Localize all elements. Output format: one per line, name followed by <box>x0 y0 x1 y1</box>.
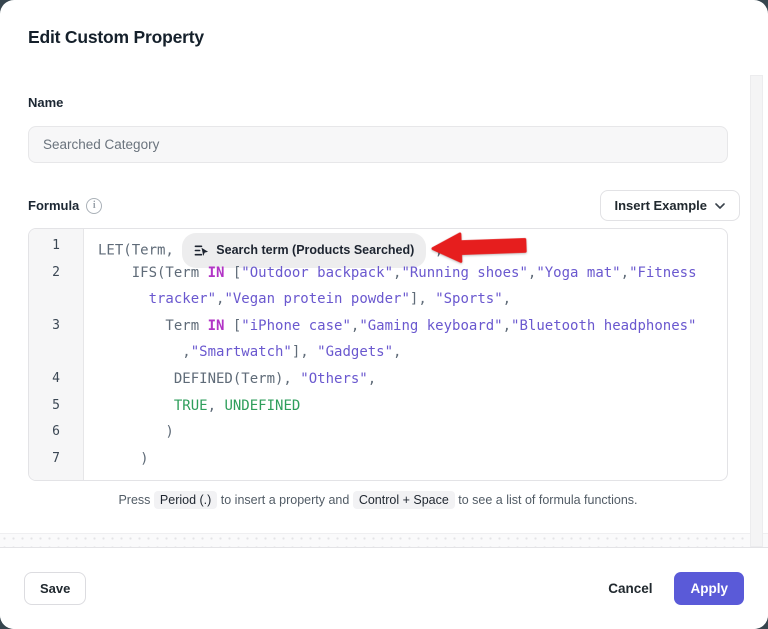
hint-after: to see a list of formula functions. <box>455 493 638 507</box>
code-segment: IN <box>208 265 225 281</box>
code-row: TRUE, UNDEFINED <box>98 393 727 420</box>
hint-between: to insert a property and <box>217 493 353 507</box>
code-segment: "Outdoor backpack" <box>241 265 393 281</box>
code-segment: ], <box>410 291 435 307</box>
save-button[interactable]: Save <box>24 572 86 605</box>
chevron-down-icon <box>715 203 725 209</box>
page-title: Edit Custom Property <box>28 27 740 48</box>
code-segment: "Others" <box>300 371 367 387</box>
code-row: LET(Term, Search term (Products Searched… <box>98 233 727 260</box>
code-segment: , <box>98 344 191 360</box>
code-segment: Term <box>98 318 208 334</box>
insert-example-label: Insert Example <box>615 198 708 213</box>
code-segment: "Gadgets" <box>317 344 393 360</box>
code-segment: , <box>426 242 443 258</box>
code-segment: "Sports" <box>435 291 502 307</box>
code-segment: , <box>393 344 401 360</box>
code-row: DEFINED(Term), "Others", <box>98 366 727 393</box>
code-segment: "Fitness <box>629 265 696 281</box>
formula-code: LET(Term, Search term (Products Searched… <box>84 229 727 480</box>
code-segment: "Gaming keyboard" <box>359 318 502 334</box>
code-row: ) <box>98 419 727 446</box>
line-number: 5 <box>29 393 83 420</box>
code-row: IFS(Term IN ["Outdoor backpack", "Running… <box>98 260 727 287</box>
code-segment: LET(Term, <box>98 242 182 258</box>
code-row: Term IN ["iPhone case","Gaming keyboard"… <box>98 313 727 340</box>
code-segment: "Running shoes" <box>401 265 527 281</box>
line-number <box>29 286 83 313</box>
edit-custom-property-dialog: Edit Custom Property Name Formula i Inse… <box>0 0 768 629</box>
line-number: 3 <box>29 313 83 340</box>
code-segment: IN <box>208 318 225 334</box>
formula-label: Formula <box>28 198 79 213</box>
code-segment: [ <box>224 265 241 281</box>
code-row: ,"Smartwatch"], "Gadgets", <box>98 339 727 366</box>
line-number-gutter: 12 3 4567 <box>29 229 84 480</box>
formula-editor[interactable]: 12 3 4567 LET(Term, Search term (Products … <box>28 228 728 481</box>
code-segment: IFS(Term <box>98 265 208 281</box>
apply-button[interactable]: Apply <box>674 572 744 605</box>
code-row: tracker", "Vegan protein powder"], "Sport… <box>98 286 727 313</box>
code-segment: "iPhone case" <box>241 318 351 334</box>
code-segment: TRUE <box>174 398 208 414</box>
line-number: 6 <box>29 419 83 446</box>
code-segment: "Smartwatch" <box>191 344 292 360</box>
cancel-button[interactable]: Cancel <box>608 581 652 596</box>
scrollbar-track[interactable] <box>750 75 763 547</box>
code-segment <box>98 398 174 414</box>
code-segment: "Yoga mat" <box>536 265 620 281</box>
code-segment: "Vegan protein powder" <box>224 291 409 307</box>
code-segment: tracker" <box>149 291 216 307</box>
formula-hint-text: Press Period (.) to insert a property an… <box>28 493 728 507</box>
dotted-divider-strip <box>0 533 768 547</box>
line-number: 1 <box>29 233 83 260</box>
code-segment: ], <box>292 344 317 360</box>
code-segment: DEFINED(Term), <box>98 371 300 387</box>
code-segment: , <box>621 265 629 281</box>
code-segment <box>98 291 149 307</box>
dialog-footer: Save Cancel Apply <box>0 547 768 629</box>
formula-header-row: Formula i Insert Example <box>28 190 740 221</box>
hint-press: Press <box>118 493 153 507</box>
code-segment: ) <box>98 451 149 467</box>
code-segment: [ <box>224 318 241 334</box>
code-segment: , <box>503 291 511 307</box>
code-segment: , <box>368 371 376 387</box>
code-row: ) <box>98 446 727 473</box>
line-number: 7 <box>29 446 83 473</box>
info-circle-icon[interactable]: i <box>86 198 102 214</box>
code-segment: ) <box>98 424 174 440</box>
code-segment: , <box>208 398 225 414</box>
insert-example-button[interactable]: Insert Example <box>600 190 741 221</box>
kbd-period: Period (.) <box>154 491 217 509</box>
name-label: Name <box>28 95 740 110</box>
field-cursor-icon <box>194 243 209 258</box>
code-segment: UNDEFINED <box>224 398 300 414</box>
line-number: 2 <box>29 260 83 287</box>
code-segment: "Bluetooth headphones" <box>511 318 696 334</box>
code-segment: , <box>503 318 511 334</box>
line-number: 4 <box>29 366 83 393</box>
kbd-control-space: Control + Space <box>353 491 455 509</box>
name-input[interactable] <box>28 126 728 163</box>
line-number <box>29 339 83 366</box>
